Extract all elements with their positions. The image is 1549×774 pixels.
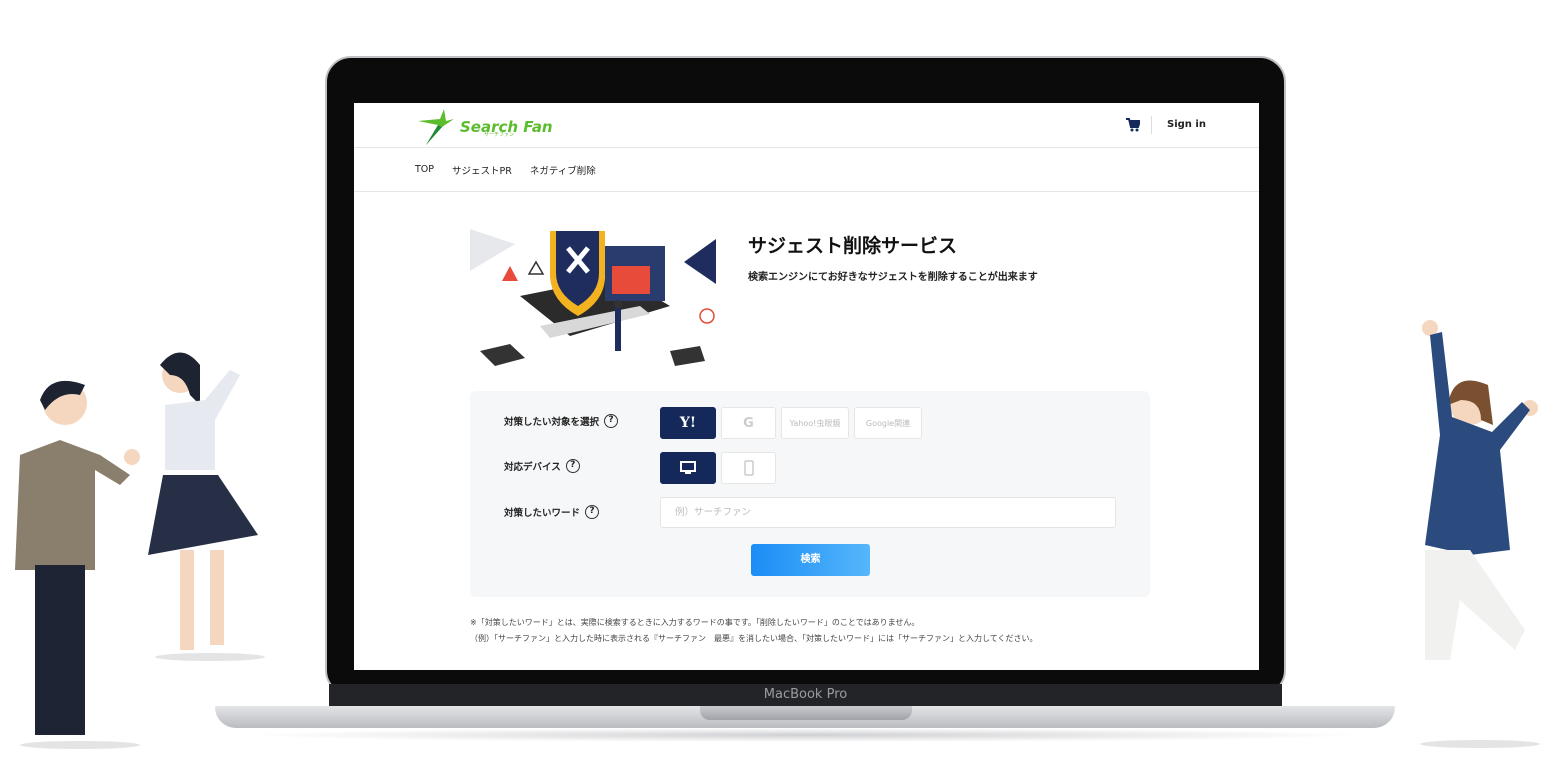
jumping-woman-illustration xyxy=(1420,320,1540,748)
target-label: 対策したい対象を選択? xyxy=(504,414,619,428)
option-desktop[interactable] xyxy=(660,452,716,484)
device-label: 対応デバイス? xyxy=(504,459,580,473)
laptop-label: MacBook Pro xyxy=(329,684,1282,706)
target-label-text: 対策したい対象を選択 xyxy=(504,417,600,428)
option-yahoo-mushimegane[interactable]: Yahoo!虫眼鏡 xyxy=(781,407,849,439)
page-subtitle: 検索エンジンにてお好きなサジェストを削除することが出来ます xyxy=(748,272,1038,283)
logo[interactable]: Search Fan サーチファン xyxy=(416,109,553,145)
help-icon[interactable]: ? xyxy=(565,459,580,473)
nav-top[interactable]: TOP xyxy=(415,164,434,175)
desktop-icon xyxy=(680,461,696,474)
option-google-related[interactable]: Google関連 xyxy=(854,407,922,439)
woman-illustration xyxy=(148,352,265,661)
cart-icon[interactable] xyxy=(1126,118,1142,132)
search-button[interactable]: 検索 xyxy=(751,544,870,576)
mobile-icon xyxy=(743,460,754,476)
device-label-text: 対応デバイス xyxy=(504,462,561,473)
word-label-text: 対策したいワード xyxy=(504,508,581,519)
option-mobile[interactable] xyxy=(721,452,776,484)
note-line-2: （例）「サーチファン」と入力した時に表示される『サーチファン 最悪』を消したい場… xyxy=(470,634,1038,643)
help-icon[interactable]: ? xyxy=(604,414,619,428)
browser-screen: Search Fan サーチファン Sign in TOP サジェストPR ネガ… xyxy=(354,103,1259,670)
logo-subtext: サーチファン xyxy=(484,132,515,138)
hero-illustration xyxy=(470,229,716,366)
note-line-1: ※「対策したいワード」とは、実際に検索するときに入力するワードの事です。「削除し… xyxy=(470,618,920,627)
site-header: Search Fan サーチファン Sign in xyxy=(354,103,1259,148)
sign-in-link[interactable]: Sign in xyxy=(1167,119,1206,130)
star-logo-icon xyxy=(418,109,454,145)
search-form: 対策したい対象を選択? Y! G Yahoo!虫眼鏡 Google関連 対応デバ… xyxy=(470,391,1150,597)
laptop-shadow xyxy=(240,728,1370,742)
word-input[interactable]: 例）サーチファン xyxy=(660,497,1116,528)
page-title: サジェスト削除サービス xyxy=(748,235,958,257)
laptop-notch xyxy=(700,706,912,720)
option-yahoo[interactable]: Y! xyxy=(660,407,716,439)
nav-negative-removal[interactable]: ネガティブ削除 xyxy=(530,163,596,177)
help-icon[interactable]: ? xyxy=(585,505,600,519)
word-label: 対策したいワード? xyxy=(504,505,600,519)
nav-suggest-pr[interactable]: サジェストPR xyxy=(452,163,512,177)
man-illustration xyxy=(15,380,140,749)
header-divider xyxy=(1151,116,1152,134)
main-nav: TOP サジェストPR ネガティブ削除 xyxy=(354,148,1259,192)
option-google[interactable]: G xyxy=(721,407,776,439)
